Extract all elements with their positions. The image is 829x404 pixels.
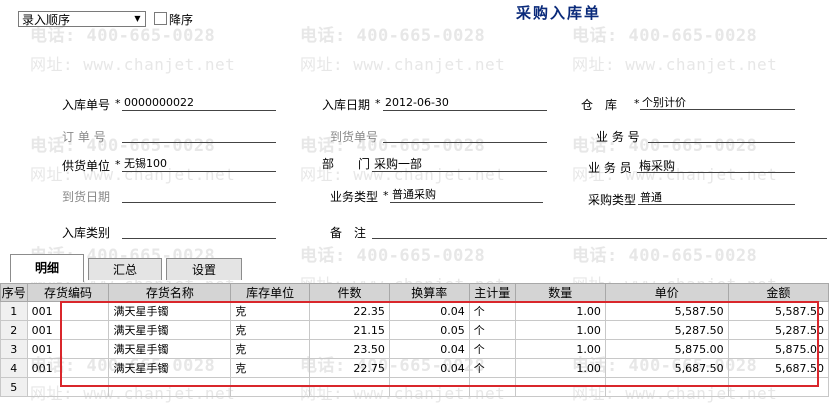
warehouse-field[interactable]: 个别计价 — [642, 94, 686, 110]
table-header-row: 序号 存货编码 存货名称 库存单位 件数 换算率 主计量 数量 单价 金额 — [0, 283, 829, 302]
receipt-no-underline — [122, 110, 276, 111]
col-quantity[interactable]: 数量 — [514, 283, 606, 302]
col-item-name[interactable]: 存货名称 — [108, 283, 232, 302]
watermark-phone: 电话: 400-665-0028 — [572, 26, 758, 46]
required-mark: * — [375, 97, 381, 110]
order-select[interactable]: 录入顺序 ▼ — [18, 11, 146, 27]
warehouse-label: 仓 库 — [581, 98, 618, 112]
dept-underline — [372, 171, 547, 172]
watermark-phone: 电话: 400-665-0028 — [300, 136, 486, 156]
dept-label: 部 门 — [322, 157, 371, 171]
required-mark: * — [634, 97, 640, 110]
required-mark: * — [115, 97, 121, 110]
receipt-date-field[interactable]: 2012-06-30 — [385, 96, 449, 109]
cell-seq: 5 — [0, 377, 28, 397]
receipt-no-label: 入库单号 — [62, 98, 111, 112]
watermark-phone: 电话: 400-665-0028 — [572, 246, 758, 266]
col-seq[interactable]: 序号 — [0, 283, 28, 302]
highlight-box — [60, 301, 819, 387]
receipt-no-field[interactable]: 0000000022 — [124, 96, 194, 109]
business-no-label: 业 务 号 — [596, 130, 640, 144]
watermark-phone: 电话: 400-665-0028 — [300, 26, 486, 46]
required-mark: * — [115, 158, 121, 171]
watermark-site: 网址: www.chanjet.net — [300, 55, 506, 74]
watermark-phone: 电话: 400-665-0028 — [30, 136, 216, 156]
col-item-code[interactable]: 存货编码 — [26, 283, 110, 302]
in-type-underline — [122, 238, 276, 239]
tab-summary[interactable]: 汇总 — [88, 258, 162, 280]
col-pieces[interactable]: 件数 — [309, 283, 390, 302]
memo-underline — [372, 238, 827, 239]
biz-type-field[interactable]: 普通采购 — [392, 186, 436, 202]
tab-settings[interactable]: 设置 — [166, 258, 242, 280]
in-type-label: 入库类别 — [62, 226, 111, 240]
supplier-field[interactable]: 无锡100 — [124, 155, 167, 171]
salesman-label: 业 务 员 — [588, 161, 632, 175]
warehouse-underline — [640, 109, 795, 110]
dept-field[interactable]: 采购一部 — [374, 155, 422, 172]
cell-seq: 3 — [0, 339, 28, 359]
supplier-underline — [122, 171, 276, 172]
biz-type-label: 业务类型 — [330, 190, 379, 204]
arrival-no-label: 到货单号 — [330, 130, 379, 144]
descending-label: 降序 — [169, 13, 194, 27]
receipt-date-label: 入库日期 — [322, 98, 371, 112]
cell-seq: 4 — [0, 358, 28, 378]
col-unit-price[interactable]: 单价 — [604, 283, 729, 302]
required-mark: * — [383, 189, 389, 202]
order-no-label: 订 单 号 — [62, 130, 106, 144]
descending-checkbox[interactable] — [154, 12, 167, 25]
cell-seq: 2 — [0, 320, 28, 340]
order-no-underline — [122, 142, 276, 143]
watermark-phone: 电话: 400-665-0028 — [300, 246, 486, 266]
purchase-type-field[interactable]: 普通 — [640, 189, 662, 205]
order-select-value: 录入顺序 — [22, 13, 71, 27]
receipt-date-underline — [383, 110, 547, 111]
memo-label: 备 注 — [330, 226, 367, 240]
col-amount[interactable]: 金额 — [727, 283, 829, 302]
col-stock-unit[interactable]: 库存单位 — [230, 283, 311, 302]
supplier-label: 供货单位 — [62, 159, 111, 173]
col-main-unit[interactable]: 主计量 — [468, 283, 516, 302]
salesman-underline — [637, 172, 795, 173]
chevron-down-icon: ▼ — [134, 14, 141, 23]
biz-type-underline — [390, 202, 543, 203]
purchase-type-underline — [638, 204, 795, 205]
arrival-date-label: 到货日期 — [62, 190, 111, 204]
col-rate[interactable]: 换算率 — [388, 283, 470, 302]
arrival-no-underline — [383, 142, 547, 143]
arrival-date-underline — [122, 202, 276, 203]
page-title: 采购入库单 — [516, 4, 602, 22]
purchase-type-label: 采购类型 — [588, 193, 637, 207]
tab-detail[interactable]: 明细 — [10, 254, 84, 282]
watermark-site: 网址: www.chanjet.net — [572, 55, 778, 74]
cell-seq: 1 — [0, 301, 28, 321]
business-no-underline — [648, 142, 795, 143]
watermark-site: 网址: www.chanjet.net — [30, 55, 236, 74]
